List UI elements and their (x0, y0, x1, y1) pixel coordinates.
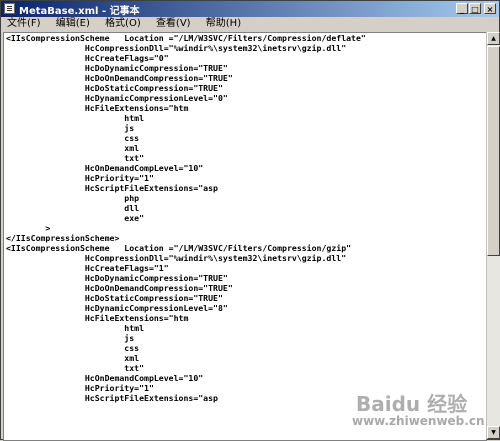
notepad-app-icon[interactable] (4, 3, 15, 14)
editor-line: HcCompressionDll="%windir%\system32\inet… (6, 43, 347, 53)
minimize-button[interactable]: _ (456, 3, 468, 14)
editor-line: xml (6, 353, 140, 363)
editor-line: dll (6, 203, 140, 213)
editor-line: HcFileExtensions="htm (6, 103, 189, 113)
editor-line: js (6, 123, 135, 133)
editor-line: HcDoDynamicCompression="TRUE" (6, 63, 228, 73)
watermark-url: www.zhiwenweb.cn (352, 414, 485, 428)
editor-line: HcDynamicCompressionLevel="0" (6, 93, 228, 103)
text-editor-area[interactable]: <IIsCompressionScheme Location ="/LM/W3S… (3, 32, 487, 441)
menu-help[interactable]: 帮助(H) (206, 17, 241, 31)
title-bar[interactable]: MetaBase.xml - 记事本 _ □ × (1, 1, 499, 17)
notepad-window: MetaBase.xml - 记事本 _ □ × 文件(F) 编辑(E) 格式(… (0, 0, 500, 441)
editor-line: </IIsCompressionScheme> (6, 233, 120, 243)
editor-text-content[interactable]: <IIsCompressionScheme Location ="/LM/W3S… (4, 33, 486, 403)
editor-line: css (6, 343, 140, 353)
scroll-thumb[interactable] (487, 46, 500, 256)
editor-line: HcFileExtensions="htm (6, 313, 189, 323)
vertical-scrollbar[interactable]: ▲ ▼ (486, 32, 500, 439)
editor-line: HcDoStaticCompression="TRUE" (6, 293, 223, 303)
editor-line: HcDoOnDemandCompression="TRUE" (6, 283, 233, 293)
baidu-watermark: Baidu 经验 www.zhiwenweb.cn (350, 388, 490, 432)
menu-view[interactable]: 查看(V) (156, 17, 191, 31)
editor-line: <IIsCompressionScheme Location ="/LM/W3S… (6, 33, 366, 43)
editor-line: HcDoDynamicCompression="TRUE" (6, 273, 228, 283)
close-button[interactable]: × (484, 3, 496, 14)
editor-line: php (6, 193, 140, 203)
editor-line: HcScriptFileExtensions="asp (6, 393, 218, 403)
menu-format[interactable]: 格式(O) (105, 17, 141, 31)
editor-line: txt" (6, 363, 145, 373)
menu-bar: 文件(F) 编辑(E) 格式(O) 查看(V) 帮助(H) (1, 17, 499, 31)
editor-line: html (6, 113, 145, 123)
editor-line: HcScriptFileExtensions="asp (6, 183, 218, 193)
editor-line: HcOnDemandCompLevel="10" (6, 163, 204, 173)
watermark-brand: Baidu 经验 (356, 392, 468, 416)
editor-line: HcPriority="1" (6, 173, 154, 183)
editor-line: HcCompressionDll="%windir%\system32\inet… (6, 253, 347, 263)
editor-line: HcDynamicCompressionLevel="8" (6, 303, 228, 313)
editor-line: HcCreateFlags="1" (6, 263, 169, 273)
maximize-button[interactable]: □ (469, 3, 481, 14)
editor-line: > (6, 223, 51, 233)
window-title: MetaBase.xml - 记事本 (19, 6, 140, 17)
editor-line: <IIsCompressionScheme Location ="/LM/W3S… (6, 243, 352, 253)
editor-line: HcOnDemandCompLevel="10" (6, 373, 204, 383)
editor-line: HcCreateFlags="0" (6, 53, 169, 63)
editor-line: HcDoStaticCompression="TRUE" (6, 83, 223, 93)
menu-file[interactable]: 文件(F) (7, 17, 41, 31)
editor-line: HcPriority="1" (6, 383, 154, 393)
editor-line: xml (6, 143, 140, 153)
editor-line: HcDoOnDemandCompression="TRUE" (6, 73, 233, 83)
editor-line: css (6, 133, 140, 143)
editor-line: js (6, 333, 135, 343)
editor-line: html (6, 323, 145, 333)
editor-line: exe" (6, 213, 145, 223)
menu-edit[interactable]: 编辑(E) (56, 17, 90, 31)
scroll-up-arrow-icon[interactable]: ▲ (487, 32, 500, 45)
editor-line: txt" (6, 153, 145, 163)
